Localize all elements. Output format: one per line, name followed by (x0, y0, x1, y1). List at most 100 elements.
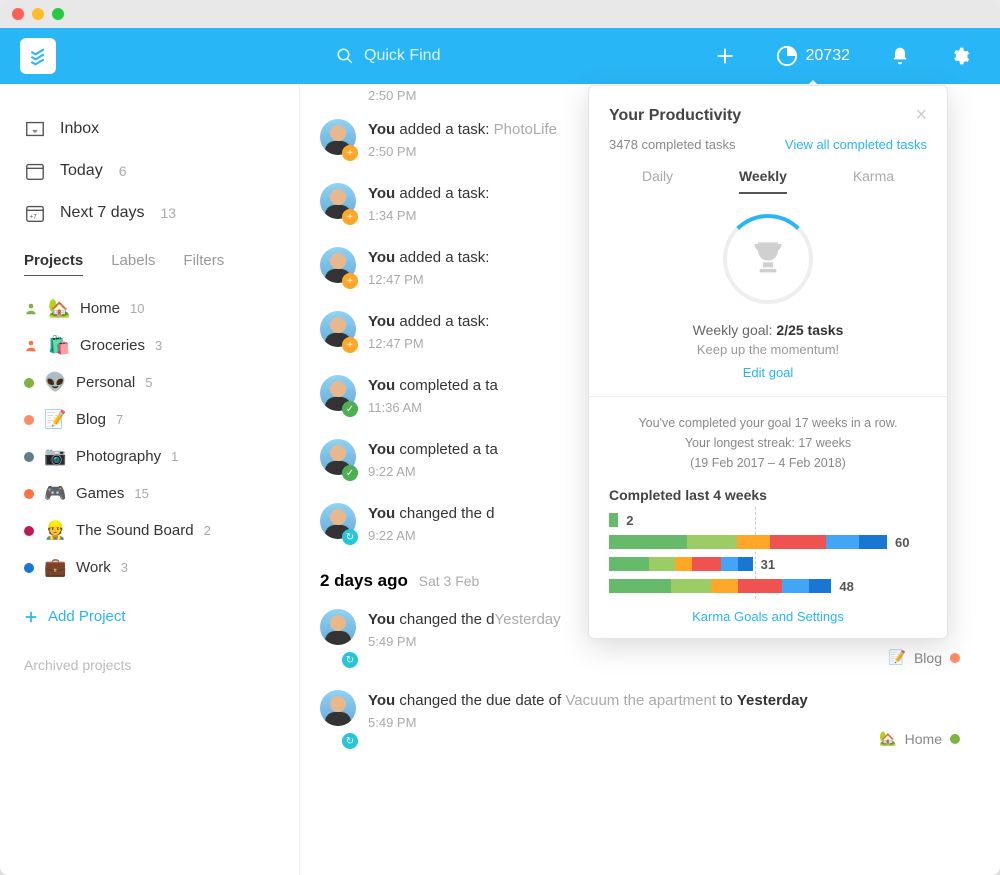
app-header: Quick Find 20732 (0, 28, 1000, 84)
sidebar-project[interactable]: 🏡 Home 10 (0, 290, 299, 327)
view-all-link[interactable]: View all completed tasks (785, 137, 927, 152)
project-emoji: 📷 (44, 446, 66, 467)
project-name: Home (80, 300, 120, 317)
tab-karma[interactable]: Karma (853, 168, 894, 194)
bar-value: 60 (895, 535, 909, 550)
karma-settings-link[interactable]: Karma Goals and Settings (609, 609, 927, 624)
project-count: 7 (116, 412, 123, 427)
tab-weekly[interactable]: Weekly (739, 168, 787, 194)
sidebar: Inbox Today 6 +7 Next 7 days 13 Projects… (0, 84, 300, 875)
bar-value: 2 (626, 513, 633, 528)
settings-icon[interactable] (950, 46, 970, 66)
popover-title: Your Productivity (609, 107, 741, 125)
activity-badge-icon: ✓ (342, 401, 358, 417)
karma-button[interactable]: 20732 (776, 45, 851, 67)
calendar-week-icon: +7 (24, 202, 46, 224)
sidebar-project[interactable]: 👽 Personal 5 (0, 364, 299, 401)
popover-tabs: Daily Weekly Karma (609, 168, 927, 194)
activity-badge-icon: ↻ (342, 733, 358, 749)
project-emoji: 🛍️ (48, 335, 70, 356)
tab-labels[interactable]: Labels (111, 252, 155, 276)
project-count: 15 (134, 486, 148, 501)
activity-badge-icon: ↻ (342, 652, 358, 668)
notifications-icon[interactable] (890, 46, 910, 66)
search-icon (336, 47, 354, 65)
avatar (320, 690, 356, 726)
add-project-label: Add Project (48, 608, 126, 625)
activity-badge-icon: ↻ (342, 529, 358, 545)
nav-inbox-label: Inbox (60, 120, 99, 138)
project-emoji: 📝 (44, 409, 66, 430)
project-emoji: 👽 (44, 372, 66, 393)
progress-ring (723, 214, 813, 304)
activity-project-tag[interactable]: 🏡Home (879, 730, 960, 747)
project-count: 3 (121, 560, 128, 575)
inbox-icon (24, 118, 46, 140)
bar-value: 31 (761, 557, 775, 572)
sidebar-project[interactable]: 📝Blog7 (0, 401, 299, 438)
close-icon[interactable]: × (915, 104, 927, 127)
activity-project-tag[interactable]: 📝Blog (889, 649, 960, 666)
bar-row: 2 (609, 513, 887, 527)
project-count: 3 (155, 338, 162, 353)
project-name: Groceries (80, 337, 145, 354)
nav-inbox[interactable]: Inbox (0, 108, 299, 150)
tab-projects[interactable]: Projects (24, 252, 83, 276)
activity-badge-icon: + (342, 273, 358, 289)
nav-next7-label: Next 7 days (60, 204, 144, 222)
nav-next7-count: 13 (160, 205, 176, 221)
project-emoji: 💼 (44, 557, 66, 578)
activity-time: 5:49 PM (368, 715, 960, 730)
activity-badge-icon: ✓ (342, 465, 358, 481)
project-name: Photography (76, 448, 161, 465)
maximize-window-button[interactable] (52, 8, 64, 20)
tab-filters[interactable]: Filters (183, 252, 224, 276)
completed-count: 3478 completed tasks (609, 137, 735, 152)
avatar (320, 609, 356, 645)
activity-badge-icon: + (342, 145, 358, 161)
sidebar-project[interactable]: 🎮 Games 15 (0, 475, 299, 512)
project-count: 10 (130, 301, 144, 316)
streak-text: You've completed your goal 17 weeks in a… (609, 413, 927, 473)
projects-list: 🏡 Home 10 🛍️ Groceries 3 👽 Personal 5 📝Blog7 📷 Phot… (0, 276, 299, 600)
bar-value: 48 (839, 579, 853, 594)
activity-item: ↻You changed the due date of Vacuum the … (320, 678, 960, 759)
nav-today-label: Today (60, 162, 103, 180)
day-subtitle: Sat 3 Feb (419, 573, 480, 589)
karma-icon (776, 45, 798, 67)
minimize-window-button[interactable] (32, 8, 44, 20)
project-name: The Sound Board (76, 522, 194, 539)
nav-next7[interactable]: +7 Next 7 days 13 (0, 192, 299, 234)
nav-today[interactable]: Today 6 (0, 150, 299, 192)
tab-daily[interactable]: Daily (642, 168, 673, 194)
add-task-icon[interactable] (714, 45, 736, 67)
project-name: Games (76, 485, 124, 502)
sidebar-tabs: Projects Labels Filters (0, 234, 299, 276)
project-count: 5 (145, 375, 152, 390)
completed-bar-chart: 2 60 31 48 (609, 513, 927, 593)
bar-row: 31 (609, 557, 887, 571)
project-emoji: 🏡 (48, 298, 70, 319)
calendar-today-icon (24, 160, 46, 182)
sidebar-project[interactable]: 💼 Work 3 (0, 549, 299, 586)
project-count: 1 (171, 449, 178, 464)
project-emoji: 🎮 (44, 483, 66, 504)
karma-score: 20732 (806, 47, 851, 65)
bar-row: 48 (609, 579, 887, 593)
add-project-button[interactable]: Add Project (0, 600, 299, 633)
archived-projects-link[interactable]: Archived projects (0, 633, 299, 697)
nav-today-count: 6 (119, 163, 127, 179)
project-name: Personal (76, 374, 135, 391)
project-name: Work (76, 559, 111, 576)
sidebar-project[interactable]: 👷The Sound Board2 (0, 512, 299, 549)
project-count: 2 (204, 523, 211, 538)
quick-find[interactable]: Quick Find (336, 47, 714, 65)
app-logo[interactable] (20, 38, 56, 74)
edit-goal-link[interactable]: Edit goal (609, 365, 927, 380)
plus-icon (24, 610, 38, 624)
sidebar-project[interactable]: 🛍️ Groceries 3 (0, 327, 299, 364)
window-titlebar (0, 0, 1000, 28)
bar-row: 60 (609, 535, 887, 549)
sidebar-project[interactable]: 📷 Photography 1 (0, 438, 299, 475)
close-window-button[interactable] (12, 8, 24, 20)
